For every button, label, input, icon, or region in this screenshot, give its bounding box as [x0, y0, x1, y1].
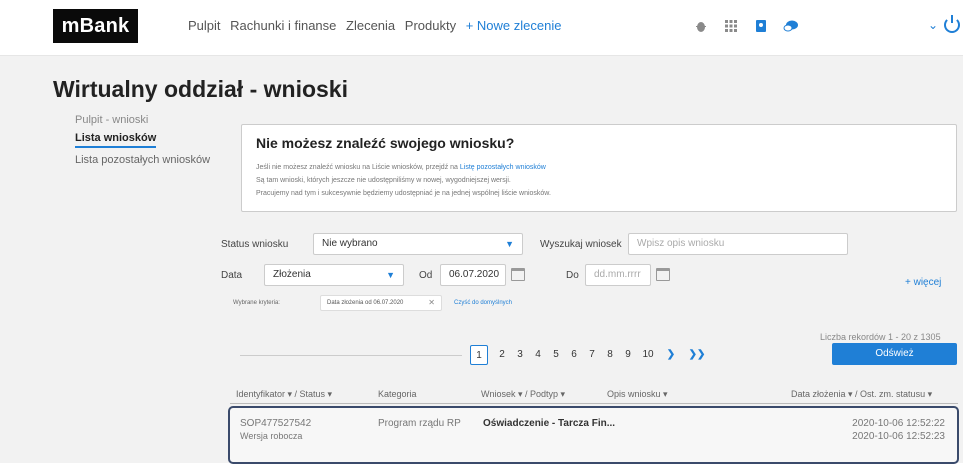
info-line-3: Pracujemy nad tym i sukcesywnie będziemy…	[256, 190, 551, 197]
search-input[interactable]: Wpisz opis wniosku	[628, 233, 848, 255]
row-status: Wersja robocza	[240, 431, 303, 441]
page-3[interactable]: 3	[511, 345, 529, 365]
col-id[interactable]: Identyfikator ▾ / Status ▾	[236, 389, 332, 400]
chat-icon[interactable]	[783, 18, 799, 34]
reset-link[interactable]: Czyść do domyślnych	[454, 300, 512, 306]
row-date-changed: 2020-10-06 12:52:23	[852, 431, 945, 442]
table-header: Identyfikator ▾ / Status ▾ Kategoria Wni…	[221, 389, 961, 403]
mbank-logo[interactable]: mBank	[53, 9, 138, 43]
grid-icon[interactable]	[723, 18, 739, 34]
info-box: Nie możesz znaleźć swojego wniosku? Jeśl…	[241, 124, 957, 212]
page-2[interactable]: 2	[493, 345, 511, 365]
sidebar: Pulpit - wnioski Lista wniosków Lista po…	[75, 114, 210, 172]
info-text: Jeśli nie możesz znaleźć wniosku na Liśc…	[256, 161, 551, 200]
sidebar-item-pulpit[interactable]: Pulpit - wnioski	[75, 114, 210, 126]
bug-icon[interactable]	[693, 18, 709, 34]
other-requests-link[interactable]: Listę pozostałych wniosków	[460, 164, 546, 171]
page-9[interactable]: 9	[619, 345, 637, 365]
col-date[interactable]: Data złożenia ▾ / Ost. zm. statusu ▾	[791, 389, 932, 400]
row-id: SOP477527542	[240, 418, 312, 429]
criteria-chip-text: Data złożenia od 06.07.2020	[327, 300, 404, 306]
info-line-2: Są tam wnioski, których jeszcze nie udos…	[256, 177, 511, 184]
page-6[interactable]: 6	[565, 345, 583, 365]
date-label: Data	[221, 270, 243, 281]
nav-rachunki[interactable]: Rachunki i finanse	[230, 18, 336, 33]
page-5[interactable]: 5	[547, 345, 565, 365]
calendar-icon[interactable]	[656, 268, 670, 281]
row-type: Oświadczenie - Tarcza Fin...	[483, 418, 616, 429]
nav-produkty[interactable]: Produkty	[405, 18, 456, 33]
col-desc[interactable]: Opis wniosku ▾	[607, 389, 668, 400]
main-nav: Pulpit Rachunki i finanse Zlecenia Produ…	[188, 18, 567, 33]
status-label: Status wniosku	[221, 239, 289, 250]
date-type-select[interactable]: Złożenia ▼	[264, 264, 404, 286]
table-row[interactable]: SOP477527542 Wersja robocza Program rząd…	[228, 406, 959, 464]
status-select[interactable]: Nie wybrano ▼	[313, 233, 523, 255]
user-book-icon[interactable]	[753, 18, 769, 34]
sidebar-item-lista-pozostalych[interactable]: Lista pozostałych wniosków	[75, 154, 210, 166]
chevron-down-icon: ▼	[386, 270, 395, 280]
record-count: Liczba rekordów 1 - 20 z 1305	[820, 332, 941, 342]
row-category: Program rządu RP	[378, 418, 461, 429]
info-line-1: Jeśli nie możesz znaleźć wniosku na Liśc…	[256, 164, 460, 171]
pagination: 1 2 3 4 5 6 7 8 9 10 ❯ ❯❯	[240, 345, 820, 365]
criteria-label: Wybrane kryteria:	[233, 300, 280, 306]
pager-divider	[240, 355, 462, 356]
search-label: Wyszukaj wniosek	[540, 239, 622, 250]
page-1[interactable]: 1	[470, 345, 488, 365]
account-controls: ⌄	[928, 15, 961, 33]
to-label: Do	[566, 270, 579, 281]
status-value: Nie wybrano	[322, 238, 378, 249]
page-7[interactable]: 7	[583, 345, 601, 365]
header-icons	[693, 18, 799, 34]
refresh-button[interactable]: Odśwież	[832, 343, 957, 365]
chevron-down-icon[interactable]: ⌄	[928, 18, 938, 32]
criteria-chip: Data złożenia od 06.07.2020 ✕	[320, 295, 442, 311]
next-page-icon[interactable]: ❯	[662, 345, 680, 365]
calendar-icon[interactable]	[511, 268, 525, 281]
nav-pulpit[interactable]: Pulpit	[188, 18, 221, 33]
page-title: Wirtualny oddział - wnioski	[53, 76, 348, 102]
more-filters-link[interactable]: + więcej	[905, 277, 941, 288]
from-label: Od	[419, 270, 433, 281]
chevron-down-icon: ▼	[505, 239, 514, 249]
row-date-submitted: 2020-10-06 12:52:22	[852, 418, 945, 429]
info-title: Nie możesz znaleźć swojego wniosku?	[256, 135, 515, 151]
sidebar-item-lista-wnioskow[interactable]: Lista wniosków	[75, 132, 157, 148]
table-header-divider	[230, 403, 958, 404]
nav-zlecenia[interactable]: Zlecenia	[346, 18, 395, 33]
close-icon[interactable]: ✕	[428, 296, 435, 310]
power-icon[interactable]	[944, 15, 961, 33]
page-4[interactable]: 4	[529, 345, 547, 365]
page-10[interactable]: 10	[639, 345, 657, 365]
last-page-icon[interactable]: ❯❯	[686, 345, 708, 365]
date-type-value: Złożenia	[273, 269, 311, 280]
page-8[interactable]: 8	[601, 345, 619, 365]
to-date-input[interactable]: dd.mm.rrrr	[585, 264, 651, 286]
nav-new-order[interactable]: + Nowe zlecenie	[466, 18, 562, 33]
from-date-input[interactable]: 06.07.2020	[440, 264, 506, 286]
top-bar: mBank Pulpit Rachunki i finanse Zlecenia…	[0, 0, 963, 56]
col-type[interactable]: Wniosek ▾ / Podtyp ▾	[481, 389, 565, 400]
col-category: Kategoria	[378, 389, 417, 399]
